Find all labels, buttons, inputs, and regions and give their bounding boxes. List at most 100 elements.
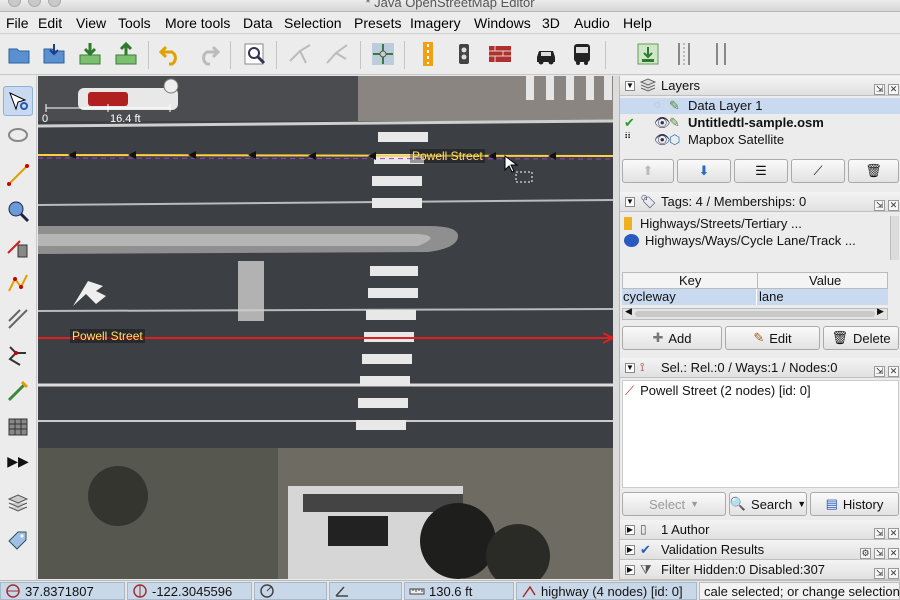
select-button[interactable]: Select ▼	[622, 492, 726, 516]
edit-tags-mode-icon[interactable]	[3, 376, 33, 406]
collapse-icon[interactable]: ▼	[625, 81, 635, 91]
upload-icon[interactable]	[110, 38, 142, 70]
menu-edit[interactable]: Edit	[38, 15, 62, 31]
redo-icon[interactable]	[192, 38, 224, 70]
move-down-button[interactable]: ⬇	[677, 159, 731, 183]
longitude-field: -122.3045596	[127, 582, 252, 600]
dock-icon[interactable]: ⇲	[874, 366, 885, 377]
layer-row[interactable]: ◌ ✎ Data Layer 1	[620, 98, 900, 114]
dock-icon[interactable]: ⇲	[874, 568, 885, 579]
split-way-icon[interactable]	[284, 38, 316, 70]
tags-toggle-icon[interactable]	[3, 526, 33, 556]
menu-audio[interactable]: Audio	[574, 15, 610, 31]
save-as-icon[interactable]	[632, 38, 664, 70]
parallel-way-icon[interactable]	[3, 304, 33, 334]
lasso-mode-icon[interactable]	[3, 122, 33, 152]
delete-tag-button[interactable]: 🗑 Delete	[823, 326, 899, 350]
draw-mode-icon[interactable]	[3, 160, 33, 190]
delete-mode-icon[interactable]	[3, 232, 33, 262]
double-column-icon[interactable]	[705, 38, 737, 70]
preset-link[interactable]: Highways/Streets/Tertiary ...	[624, 216, 890, 232]
layers-panel-header[interactable]: ▼ Layers ⇲ ✕	[620, 76, 900, 96]
improve-way-icon[interactable]	[3, 268, 33, 298]
merge-layer-button[interactable]: ☰	[734, 159, 788, 183]
move-node-icon[interactable]	[367, 38, 399, 70]
more-tools-icon[interactable]: ▶▶	[3, 446, 33, 476]
collapse-icon[interactable]: ▼	[625, 363, 635, 373]
tag-table-hscrollbar[interactable]: ◀ ▶	[622, 306, 888, 320]
tag-row[interactable]: cycleway lane	[622, 289, 888, 305]
dock-icon[interactable]: ⇲	[874, 548, 885, 559]
value-column-header[interactable]: Value	[809, 273, 841, 288]
delete-layer-button[interactable]: 🗑	[848, 159, 899, 183]
car-icon[interactable]	[530, 38, 562, 70]
history-button[interactable]: ▤ History	[810, 492, 899, 516]
collapse-icon[interactable]: ▼	[625, 197, 635, 207]
dock-icon[interactable]: ⇲	[874, 84, 885, 95]
layers-toggle-icon[interactable]	[3, 490, 33, 520]
undo-icon[interactable]	[155, 38, 187, 70]
preset-scrollbar[interactable]	[890, 216, 899, 260]
map-view[interactable]: 0 16.4 ft Powell Street Powell Street	[38, 76, 613, 579]
dock-icon[interactable]: ⇲	[874, 528, 885, 539]
tags-panel-header[interactable]: ▼ 🏷 Tags: 4 / Memberships: 0 ⇲ ✕	[620, 192, 900, 212]
trash-icon: 🗑	[831, 330, 848, 345]
menu-tools[interactable]: Tools	[118, 15, 151, 31]
validation-panel-header[interactable]: ▶ ✔ Validation Results ⚙ ⇲ ✕	[620, 540, 900, 560]
window-title: * Java OpenStreetMap Editor	[365, 0, 535, 10]
selection-item[interactable]: ⟋ Powell Street (2 nodes) [id: 0]	[625, 383, 895, 399]
select-mode-icon[interactable]	[3, 86, 33, 116]
move-up-button[interactable]: ⬆	[622, 159, 674, 183]
close-panel-icon[interactable]: ✕	[888, 528, 899, 539]
download-icon[interactable]	[38, 38, 70, 70]
menu-selection[interactable]: Selection	[284, 15, 342, 31]
close-panel-icon[interactable]: ✕	[888, 200, 899, 211]
expand-icon[interactable]: ▶	[625, 565, 635, 575]
expand-icon[interactable]: ▶	[625, 525, 635, 535]
menu-help[interactable]: Help	[623, 15, 652, 31]
selection-panel-header[interactable]: ▼ ⟟ Sel.: Rel.:0 / Ways:1 / Nodes:0 ⇲ ✕	[620, 358, 900, 378]
combine-way-icon[interactable]	[321, 38, 353, 70]
menu-data[interactable]: Data	[243, 15, 273, 31]
zoom-mode-icon[interactable]	[3, 196, 33, 226]
close-panel-icon[interactable]: ✕	[888, 568, 899, 579]
menu-more-tools[interactable]: More tools	[165, 15, 230, 31]
bus-icon[interactable]	[566, 38, 598, 70]
bus-stop-icon[interactable]	[448, 38, 480, 70]
traffic-lights-icon[interactable]	[412, 38, 444, 70]
menu-windows[interactable]: Windows	[474, 15, 531, 31]
close-panel-icon[interactable]: ✕	[888, 84, 899, 95]
menu-3d[interactable]: 3D	[542, 15, 560, 31]
filter-panel-header[interactable]: ▶ ⧩ Filter Hidden:0 Disabled:307 ⇲ ✕	[620, 560, 900, 580]
toolbar-separator	[230, 41, 231, 69]
building-mode-icon[interactable]	[3, 412, 33, 442]
layer-row[interactable]: ⠿ 👁 ⬡ Mapbox Satellite	[620, 132, 900, 148]
layers-title: Layers	[661, 78, 701, 93]
cycle-lane-icon	[624, 234, 639, 247]
search-button[interactable]: 🔍 Search ▼	[729, 492, 807, 516]
layer-row[interactable]: ✔ 👁 ✎ Untitledtl-sample.osm	[620, 115, 900, 131]
barrier-icon[interactable]	[484, 38, 516, 70]
extrude-icon[interactable]	[3, 340, 33, 370]
close-panel-icon[interactable]: ✕	[888, 366, 899, 377]
menu-file[interactable]: File	[6, 15, 29, 31]
zoom-preview-icon[interactable]	[239, 38, 271, 70]
drag-handle-icon[interactable]: ⠿	[624, 132, 631, 142]
menu-presets[interactable]: Presets	[354, 15, 401, 31]
preset-link[interactable]: Highways/Ways/Cycle Lane/Track ...	[624, 233, 890, 249]
key-column-header[interactable]: Key	[679, 273, 701, 288]
author-panel-header[interactable]: ▶ ▯ 1 Author ⇲ ✕	[620, 520, 900, 540]
column-icon[interactable]	[668, 38, 700, 70]
menu-view[interactable]: View	[76, 15, 106, 31]
edit-tag-button[interactable]: ✎ Edit	[725, 326, 820, 350]
dock-icon[interactable]: ⇲	[874, 200, 885, 211]
download-data-icon[interactable]	[74, 38, 106, 70]
close-panel-icon[interactable]: ✕	[888, 548, 899, 559]
add-tag-button[interactable]: ✚ Add	[622, 326, 722, 350]
visibility-eye-icon[interactable]: ◌	[654, 99, 661, 111]
expand-icon[interactable]: ▶	[625, 545, 635, 555]
open-icon[interactable]	[3, 38, 35, 70]
duplicate-layer-button[interactable]: ⟋	[791, 159, 845, 183]
menu-imagery[interactable]: Imagery	[410, 15, 461, 31]
settings-icon[interactable]: ⚙	[860, 548, 871, 559]
